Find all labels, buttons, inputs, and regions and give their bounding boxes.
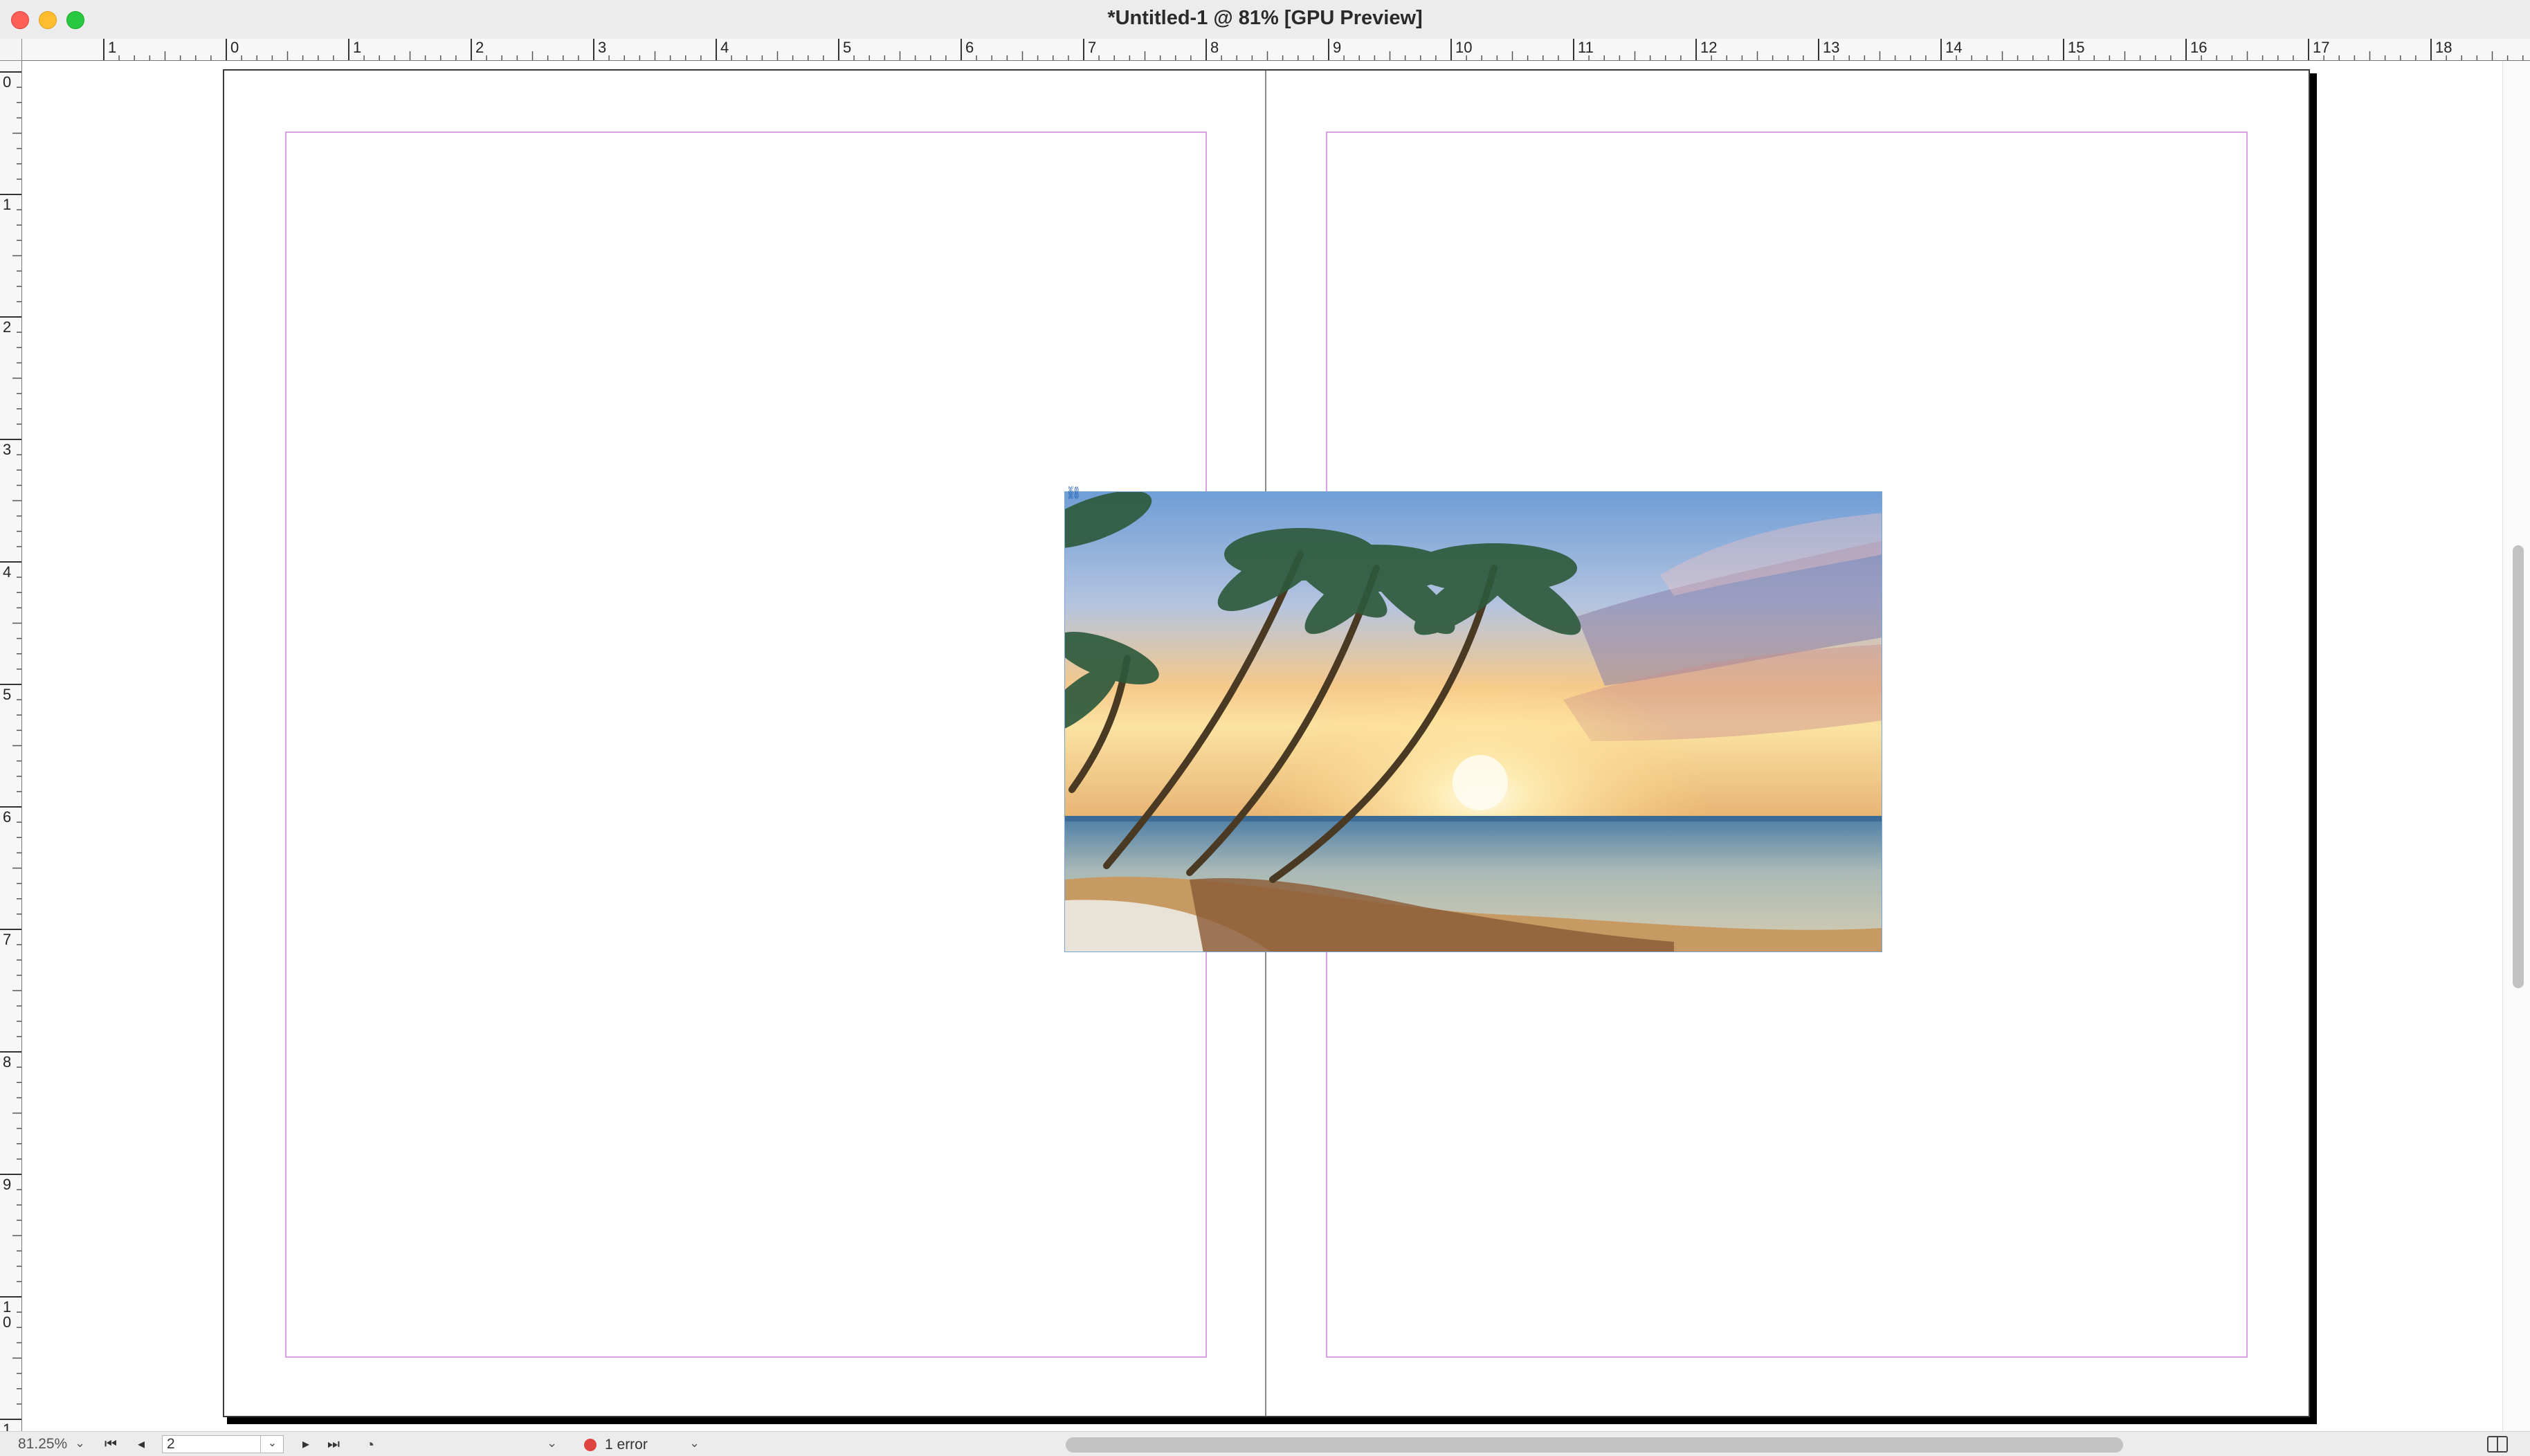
ruler-label: 0 <box>3 1313 11 1331</box>
chevron-down-icon: ⌄ <box>547 1436 558 1450</box>
indesign-document-window: *Untitled-1 @ 81% [GPU Preview] 10123456… <box>0 0 2530 1456</box>
ruler-label: 7 <box>3 931 11 948</box>
ruler-label: 2 <box>3 318 11 336</box>
link-icon[interactable]: ⛓ <box>1066 486 1085 499</box>
ruler-label: 11 <box>1578 39 1594 56</box>
ruler-label: 2 <box>475 39 484 56</box>
vertical-scrollbar[interactable] <box>2502 61 2530 1431</box>
ruler-label: 9 <box>3 1176 11 1193</box>
title-bar: *Untitled-1 @ 81% [GPU Preview] <box>0 0 2530 39</box>
ruler-label: 1 <box>108 39 116 56</box>
ruler-label: 3 <box>3 441 11 458</box>
ruler-label: 4 <box>3 563 11 581</box>
ruler-label: 1 <box>3 196 11 213</box>
ruler-label: 5 <box>843 39 851 56</box>
ruler-label: 0 <box>3 73 11 91</box>
ruler-label: 17 <box>2313 39 2329 56</box>
pasteboard[interactable]: ⛓ <box>22 61 2502 1431</box>
vertical-scrollbar-thumb[interactable] <box>2513 545 2524 988</box>
zoom-level-value: 81.25% <box>18 1436 68 1452</box>
ruler-label: 5 <box>3 686 11 703</box>
ruler-label: 13 <box>1823 39 1839 56</box>
ruler-label: 15 <box>2068 39 2084 56</box>
horizontal-ruler[interactable]: 1 0 1 2 3 4 5 6 7 8 9 10 11 12 13 14 15 16 17 18 <box>22 39 2530 61</box>
horizontal-scrollbar-thumb[interactable] <box>1066 1437 2123 1453</box>
page-number-dropdown[interactable]: ⌄ <box>260 1435 284 1453</box>
ruler-label: 12 <box>1700 39 1717 56</box>
placed-image-frame[interactable] <box>1064 491 1882 952</box>
first-page-icon[interactable]: ⏮ <box>101 1435 120 1454</box>
ruler-label: 6 <box>3 808 11 826</box>
ruler-label: 1 <box>3 1421 11 1431</box>
preflight-error-count: 1 error <box>605 1437 648 1453</box>
ruler-label: 4 <box>720 39 729 56</box>
beach-sunset-image <box>1065 492 1882 952</box>
last-page-icon[interactable]: ⏭ <box>324 1435 343 1454</box>
ruler-label: 8 <box>1210 39 1219 56</box>
chevron-down-icon: ⌄ <box>75 1436 86 1450</box>
split-view-icon[interactable] <box>2487 1436 2508 1453</box>
ruler-label: 6 <box>965 39 974 56</box>
zoom-level-menu[interactable]: 81.25% ⌄ <box>18 1436 90 1453</box>
vertical-ruler-ticks: 0123456789101 <box>0 71 21 1431</box>
prev-page-icon[interactable]: ◂ <box>131 1435 151 1454</box>
ruler-label: 9 <box>1333 39 1341 56</box>
preflight-profile-menu[interactable]: ◔ ⌄ <box>363 1435 567 1454</box>
ruler-label: 3 <box>598 39 606 56</box>
status-bar: 81.25% ⌄ ⏮ ◂ 2 ⌄ ▸ ⏭ ◔ ⌄ 1 error ⌄ <box>0 1431 2530 1456</box>
ruler-label: 16 <box>2190 39 2207 56</box>
window-title: *Untitled-1 @ 81% [GPU Preview] <box>1107 7 1423 29</box>
chevron-down-icon: ⌄ <box>689 1436 700 1450</box>
ruler-label: 7 <box>1088 39 1096 56</box>
ruler-label: 0 <box>230 39 239 56</box>
preflight-profile-icon: ◔ <box>365 1436 375 1453</box>
next-page-icon[interactable]: ▸ <box>296 1435 316 1454</box>
ruler-label: 14 <box>1945 39 1962 56</box>
ruler-origin[interactable] <box>0 39 22 61</box>
ruler-label: 18 <box>2435 39 2452 56</box>
ruler-label: 1 <box>353 39 361 56</box>
preflight-status[interactable]: 1 error ⌄ <box>581 1435 713 1454</box>
vertical-ruler[interactable]: 0123456789101 <box>0 61 22 1431</box>
error-indicator-icon <box>584 1439 597 1451</box>
horizontal-ruler-ticks: 1 0 1 2 3 4 5 6 7 8 9 10 11 12 13 14 15 16 17 18 <box>103 39 2524 60</box>
ruler-label: 8 <box>3 1053 11 1071</box>
ruler-label: 10 <box>1455 39 1472 56</box>
